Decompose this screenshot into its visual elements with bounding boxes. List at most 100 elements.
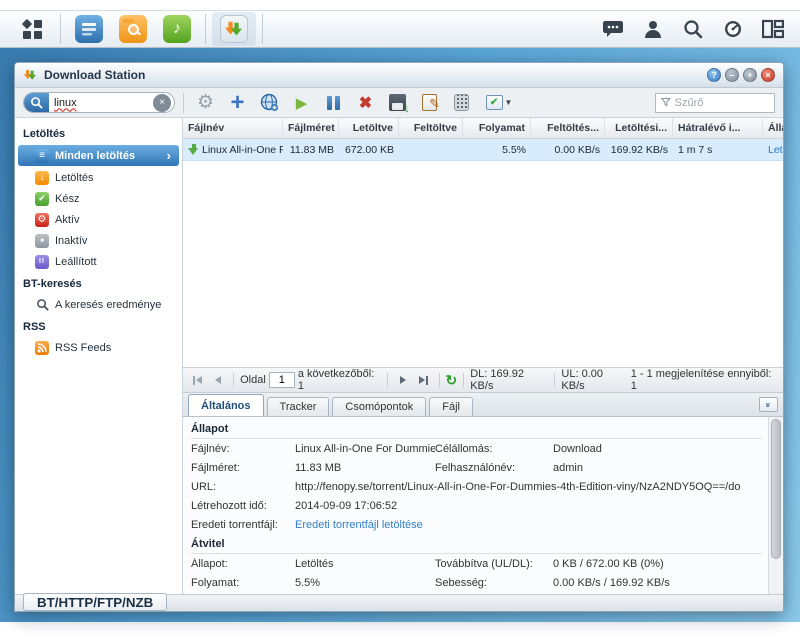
detail-label: URL:: [191, 481, 295, 493]
column-header-letoltesi[interactable]: Letöltési...: [605, 118, 673, 138]
details-content: ÁllapotFájlnév:Linux All-in-One For Dumm…: [183, 417, 768, 594]
scrollbar-thumb[interactable]: [771, 419, 781, 559]
details-panel: ÁllapotFájlnév:Linux All-in-One For Dumm…: [183, 416, 783, 594]
clear-completed-button[interactable]: [448, 90, 475, 115]
close-button[interactable]: ×: [761, 68, 775, 82]
detail-label: Folyamat:: [191, 577, 295, 589]
tab-tracker[interactable]: Tracker: [267, 397, 330, 416]
detail-label: Fájlnév:: [191, 443, 295, 455]
maximize-button[interactable]: +: [743, 68, 757, 82]
items-summary: 1 - 1 megjelenítése ennyiből: 1: [631, 368, 777, 392]
screen: ♪: [0, 0, 800, 640]
page-label: Oldal: [240, 374, 266, 386]
last-page-button[interactable]: [415, 371, 433, 389]
finished-icon: ✔: [35, 192, 49, 206]
table-row[interactable]: Linux All-in-One For...11.83 MB672.00 KB…: [183, 139, 783, 161]
original-torrent-link[interactable]: Eredeti torrentfájl letöltése: [295, 519, 768, 531]
statusbar-tab-bt-http-ftp-nzb[interactable]: BT/HTTP/FTP/NZB: [23, 593, 167, 611]
play-icon: ▶: [296, 94, 308, 112]
column-header-feltoltes[interactable]: Feltöltés...: [531, 118, 605, 138]
sidebar-item-label: A keresés eredménye: [55, 299, 176, 311]
tab-csomopontok[interactable]: Csomópontok: [332, 397, 426, 416]
media-player-button[interactable]: ♪: [155, 12, 199, 46]
user-button[interactable]: [640, 15, 666, 43]
tab-altalanos[interactable]: Általános: [188, 394, 264, 416]
delete-button[interactable]: ✖: [352, 90, 379, 115]
pager-divider: [233, 373, 234, 387]
cell-name: Linux All-in-One For...: [183, 144, 283, 156]
search-button[interactable]: [680, 15, 706, 43]
column-header-letoltve[interactable]: Letöltve: [339, 118, 399, 138]
column-header-fajlmeret[interactable]: Fájlméret: [283, 118, 339, 138]
table-rows: Linux All-in-One For...11.83 MB672.00 KB…: [183, 139, 783, 161]
stopped-icon: II: [35, 255, 49, 269]
pager-divider: [387, 373, 388, 387]
minimize-button[interactable]: –: [725, 68, 739, 82]
column-header-folyamat[interactable]: Folyamat: [463, 118, 531, 138]
sidebar: Letöltés≡Minden letöltés›↓Letöltés✔Kész⚙…: [15, 118, 183, 594]
cell-status: Letöltés: [763, 144, 783, 156]
detail-value: Letöltés: [295, 558, 435, 570]
widgets-button[interactable]: [760, 15, 786, 43]
edit-button[interactable]: [416, 90, 443, 115]
notifications-button[interactable]: [600, 15, 626, 43]
download-station-title-icon: [23, 68, 38, 83]
detail-label: Célállomás:: [435, 443, 553, 455]
refresh-icon[interactable]: ↻: [446, 373, 458, 387]
detail-label: Felhasználónév:: [435, 462, 553, 474]
add-download-button[interactable]: +: [224, 90, 251, 115]
file-browser-button[interactable]: [111, 12, 155, 46]
first-page-button[interactable]: [189, 371, 207, 389]
prev-page-button[interactable]: [210, 371, 228, 389]
resume-button[interactable]: ▶: [288, 90, 315, 115]
sidebar-item-leallitott[interactable]: IILeállított: [15, 251, 182, 272]
details-scrollbar[interactable]: [768, 417, 783, 594]
column-header-fajlnev[interactable]: Fájlnév: [183, 118, 283, 138]
search-input[interactable]: linux ×: [23, 92, 175, 113]
tab-fajl[interactable]: Fájl: [429, 397, 473, 416]
pause-icon: [327, 96, 340, 110]
file-browser-icon: [119, 15, 147, 43]
search-submit-button[interactable]: [24, 92, 49, 113]
download-station-icon: [220, 15, 248, 43]
chevron-down-icon: ▼: [505, 98, 513, 107]
next-page-button[interactable]: [394, 371, 412, 389]
control-panel-button[interactable]: [67, 12, 111, 46]
torrent-download-icon: [188, 144, 199, 156]
sidebar-item-inaktiv[interactable]: ■Inaktív: [15, 230, 182, 251]
search-text[interactable]: linux: [49, 97, 153, 109]
filter-box[interactable]: [655, 93, 775, 113]
sidebar-item-aktiv[interactable]: ⚙Aktív: [15, 209, 182, 230]
sidebar-item-rss-feeds[interactable]: RSS Feeds: [15, 337, 182, 358]
window-titlebar[interactable]: Download Station ? – + ×: [15, 63, 783, 88]
sidebar-item-letoltes[interactable]: ↓Letöltés: [15, 167, 182, 188]
toolbar-divider: [183, 93, 184, 113]
system-monitor-button[interactable]: [720, 15, 746, 43]
filter-input[interactable]: [675, 97, 769, 109]
sidebar-item-label: Inaktív: [55, 235, 176, 247]
collapse-details-button[interactable]: »: [759, 397, 778, 412]
help-button[interactable]: ?: [707, 68, 721, 82]
main-menu-button[interactable]: [10, 12, 54, 46]
pause-button[interactable]: [320, 90, 347, 115]
column-header-hatralevo-i[interactable]: Hátralévő i...: [673, 118, 763, 138]
globe-add-icon: [260, 93, 279, 112]
sidebar-item-kesz[interactable]: ✔Kész: [15, 188, 182, 209]
column-header-feltoltve[interactable]: Feltöltve: [399, 118, 463, 138]
sidebar-item-minden-letoltes[interactable]: ≡Minden letöltés›: [18, 145, 179, 166]
cell-download_speed: 169.92 KB/s: [605, 144, 673, 156]
select-mode-button[interactable]: ✔▼: [480, 90, 518, 115]
settings-button[interactable]: ⚙: [192, 90, 219, 115]
cell-download_speed-text: 169.92 KB/s: [611, 144, 668, 156]
clear-search-icon[interactable]: ×: [153, 94, 171, 112]
add-url-button[interactable]: [256, 90, 283, 115]
save-button[interactable]: [384, 90, 411, 115]
pager-divider: [439, 373, 440, 387]
column-header-allapot[interactable]: Állapot: [763, 118, 783, 138]
download-station-taskbar-button[interactable]: [212, 12, 256, 46]
page-input[interactable]: [269, 372, 295, 388]
gauge-icon: [723, 19, 743, 39]
cell-progress: 5.5%: [463, 144, 531, 156]
details-row: Fájlnév:Linux All-in-One For Dummies, 4t…: [191, 439, 768, 458]
sidebar-item-a-kereses-eredmenye[interactable]: A keresés eredménye: [15, 294, 182, 315]
